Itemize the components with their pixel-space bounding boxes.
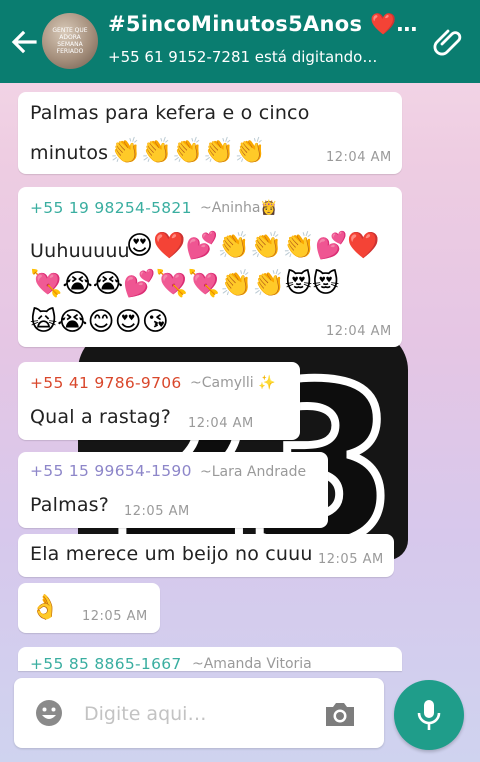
- message-time: 12:04 AM: [326, 150, 392, 165]
- message-time: 12:05 AM: [124, 504, 190, 519]
- message-input[interactable]: [84, 700, 304, 728]
- message-bubble[interactable]: +55 15 99654-1590 ~Lara Andrade Palmas? …: [18, 452, 328, 528]
- message-text: Ela merece um beijo no cuuu: [30, 543, 313, 565]
- message-text: Palmas para kefera e o cinco: [30, 102, 310, 124]
- avatar-caption: GENTE QUE ADORA SEMANA FERIADO: [52, 27, 88, 55]
- message-time: 12:05 AM: [318, 552, 384, 567]
- message-emojis: 👌: [30, 593, 60, 621]
- message-text: Palmas?: [30, 494, 110, 516]
- message-time: 12:04 AM: [326, 324, 392, 339]
- sender-phone[interactable]: +55 19 98254-5821: [30, 199, 192, 217]
- message-emojis: 💘😭😭💕💘💘👏👏😻😻: [30, 269, 340, 299]
- typing-status: +55 61 9152-7281 está digitando…: [108, 48, 378, 66]
- message-emojis: 😍❤️💕👏👏👏💕❤️: [126, 231, 380, 261]
- message-time: 12:05 AM: [82, 609, 148, 624]
- message-emojis: 🙀😭😊😍😘: [30, 307, 169, 337]
- smiley-icon[interactable]: [34, 698, 64, 728]
- sender-nickname: ~Camylli ✨: [190, 375, 276, 391]
- message-emojis: 👏👏👏👏👏: [110, 136, 266, 165]
- group-avatar[interactable]: GENTE QUE ADORA SEMANA FERIADO: [42, 13, 98, 69]
- camera-icon[interactable]: [323, 700, 357, 728]
- sender-phone[interactable]: +55 15 99654-1590: [30, 462, 192, 480]
- message-bubble[interactable]: +55 19 98254-5821 ~Aninha👸 Uuhuuuuu 😍❤️💕…: [18, 187, 402, 347]
- sender-nickname: ~Aninha👸: [200, 200, 278, 216]
- message-bubble[interactable]: Palmas para kefera e o cinco minutos 👏👏👏…: [18, 92, 402, 174]
- voice-record-button[interactable]: [394, 680, 464, 750]
- message-text: Uuhuuuuu: [30, 240, 130, 262]
- back-arrow-icon[interactable]: [8, 26, 40, 58]
- paperclip-icon[interactable]: [430, 24, 466, 60]
- message-text: minutos: [30, 142, 109, 164]
- sender-nickname: ~Amanda Vitoria: [192, 656, 312, 671]
- message-time: 12:04 AM: [188, 416, 254, 431]
- chat-header: GENTE QUE ADORA SEMANA FERIADO #5incoMin…: [0, 0, 480, 83]
- message-bubble[interactable]: Ela merece um beijo no cuuu 12:05 AM: [18, 534, 394, 577]
- mic-icon: [417, 700, 441, 730]
- message-bubble[interactable]: +55 41 9786-9706 ~Camylli ✨ Qual a rasta…: [18, 362, 300, 440]
- sender-phone[interactable]: +55 41 9786-9706: [30, 374, 182, 392]
- chat-title[interactable]: #5incoMinutos5Anos ❤️…: [108, 12, 424, 37]
- message-bubble[interactable]: 👌 12:05 AM: [18, 583, 160, 633]
- message-text: Qual a rastag?: [30, 406, 172, 428]
- message-bubble[interactable]: +55 85 8865-1667 ~Amanda Vitoria: [18, 647, 402, 671]
- sender-nickname: ~Lara Andrade: [200, 464, 307, 480]
- sender-phone[interactable]: +55 85 8865-1667: [30, 655, 182, 671]
